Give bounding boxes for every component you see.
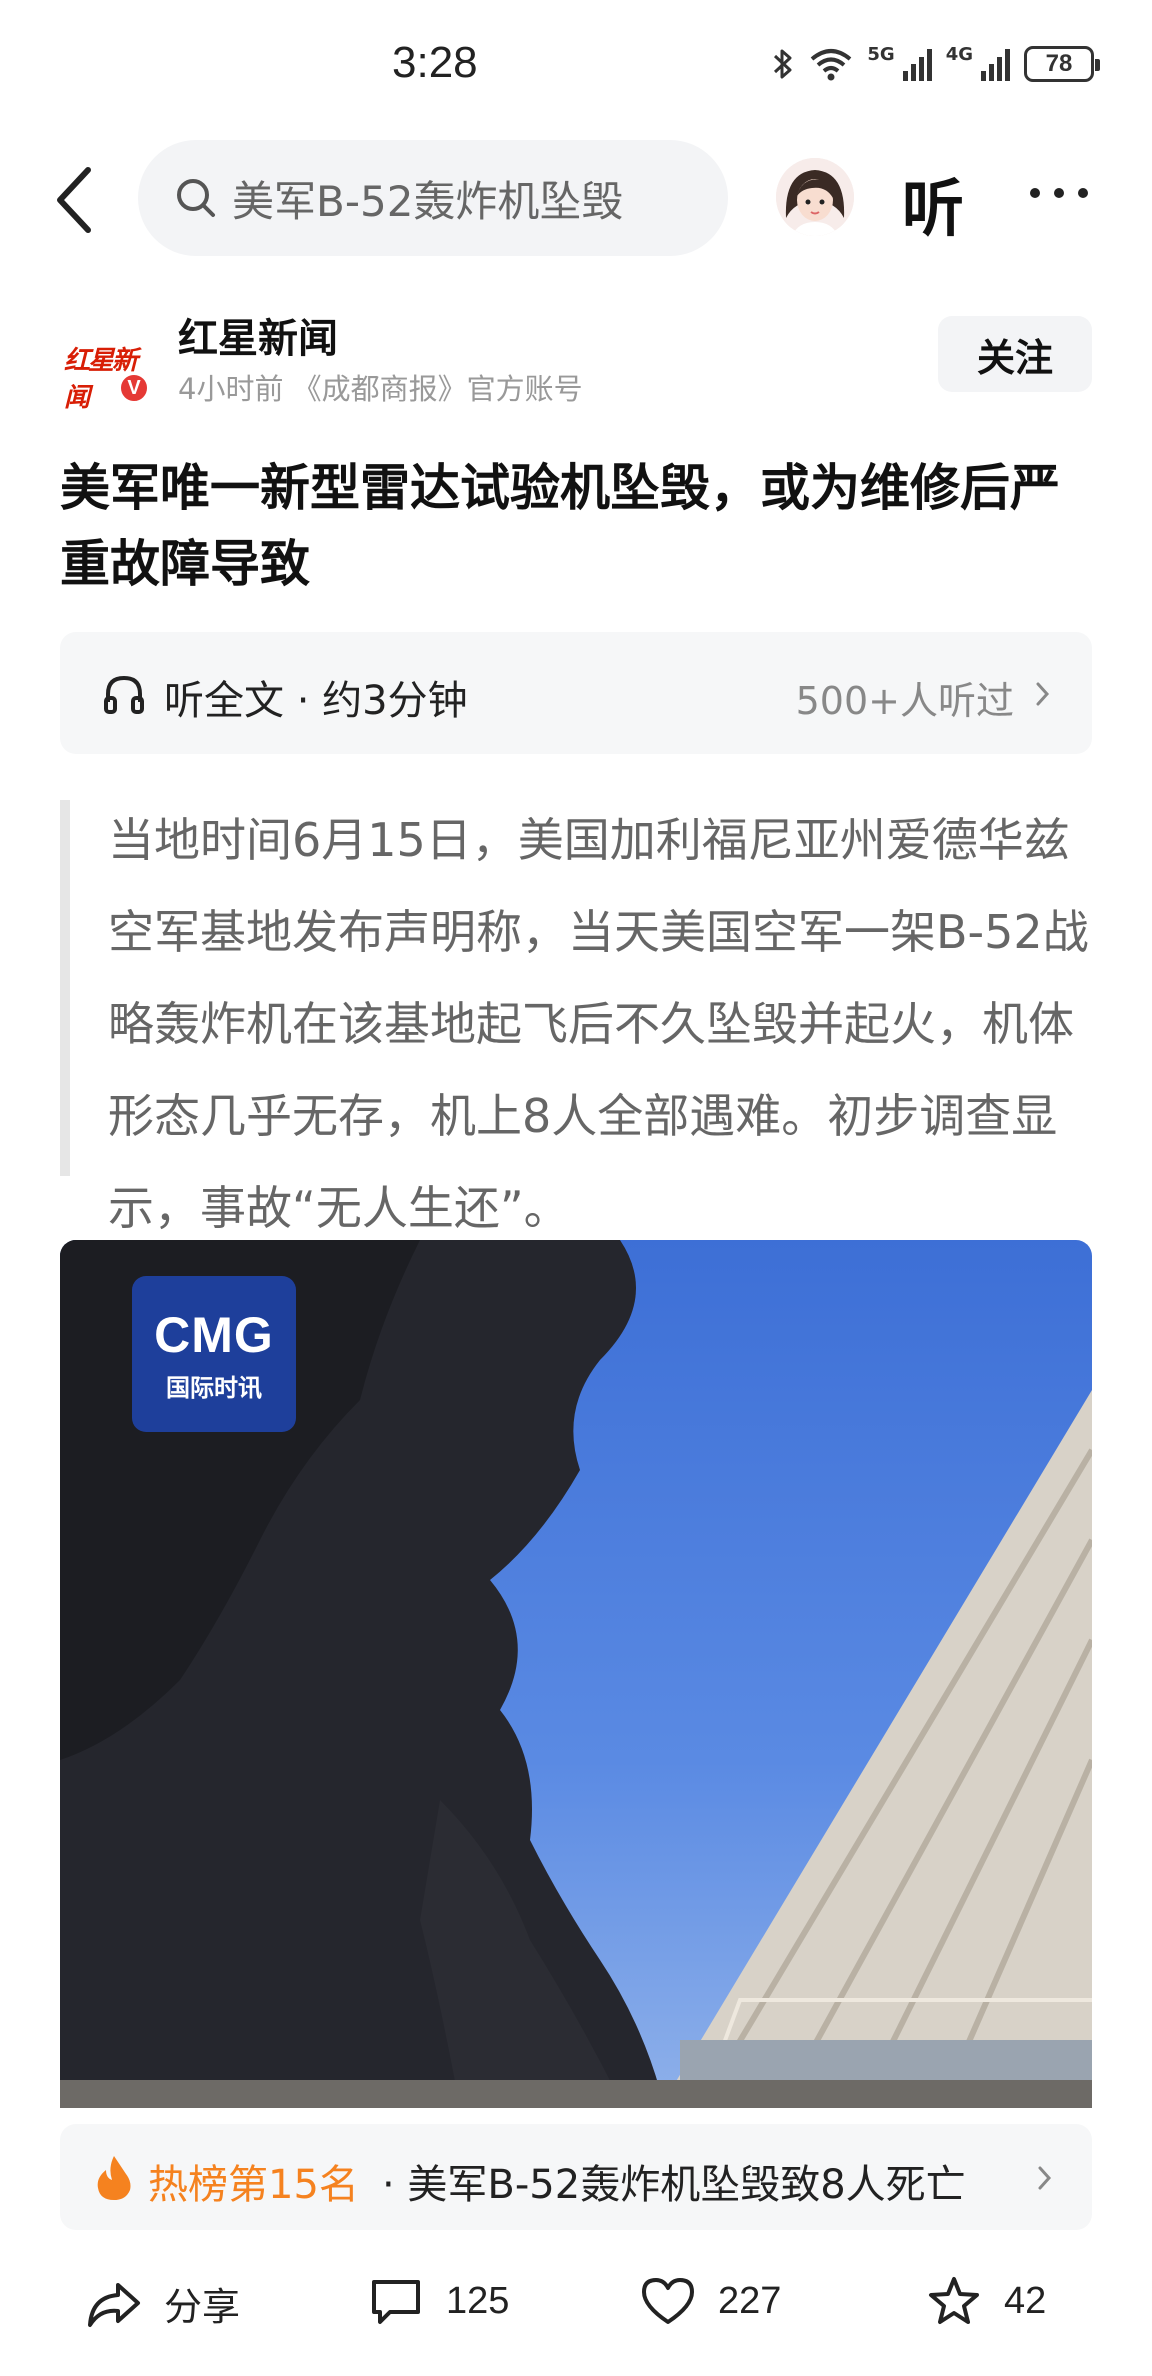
quote-bar: [60, 800, 70, 1176]
article-title: 美军唯一新型雷达试验机坠毁，或为维修后严重故障导致: [60, 459, 1060, 593]
avatar-image: [776, 158, 854, 236]
search-icon: [177, 179, 215, 217]
article-quote: 当地时间6月15日，美国加利福尼亚州爱德华兹空军基地发布声明称，当天美国空军一架…: [60, 794, 1092, 1235]
battery-level: 78: [1045, 50, 1073, 77]
listen-count: 500+人听过: [795, 679, 1014, 723]
network-5g-label: 5G: [867, 44, 895, 65]
heart-icon: [642, 2278, 694, 2324]
like-count: 227: [718, 2279, 782, 2322]
hot-rank-label: 热榜第15名: [148, 2162, 359, 2208]
verified-badge: V: [118, 372, 150, 404]
status-time: 3:28: [392, 38, 478, 87]
listen-full-text-bar[interactable]: 听全文 · 约3分钟 500+人听过: [60, 632, 1092, 754]
author-logo[interactable]: 红星新闻 V: [60, 322, 156, 413]
back-button[interactable]: [48, 160, 108, 240]
headphones-icon: [104, 675, 144, 714]
share-label: 分享: [164, 2285, 241, 2329]
follow-button[interactable]: 关注: [938, 316, 1092, 392]
top-nav: 美军B-52轰炸机坠毁 听: [0, 130, 1152, 260]
wifi-icon: [811, 49, 852, 81]
status-icons: 5G 4G 78: [771, 44, 1100, 82]
author-row: 红星新闻 V 红星新闻 4小时前 《成都商报》官方账号 关注: [60, 300, 1092, 420]
cmg-logo-sub: 国际时讯: [166, 1374, 262, 1402]
fire-icon: [97, 2156, 131, 2200]
avatar[interactable]: [776, 158, 854, 236]
comment-icon: [372, 2280, 420, 2324]
share-button[interactable]: 分享: [86, 2276, 240, 2331]
article-image[interactable]: CMG 国际时讯: [60, 1240, 1092, 2108]
hot-rank-title: · 美军B-52轰炸机坠毁致8人死亡: [382, 2162, 966, 2208]
comment-button[interactable]: 125: [368, 2276, 509, 2326]
quote-text: 当地时间6月15日，美国加利福尼亚州爱德华兹空军基地发布声明称，当天美国空军一架…: [108, 813, 1089, 1235]
battery-icon: 78: [1024, 46, 1100, 82]
status-bar: 3:28 5G 4G 78: [0, 0, 1152, 130]
chevron-right-icon: [1036, 682, 1050, 706]
author-name[interactable]: 红星新闻: [178, 306, 338, 364]
listen-label: 听全文 · 约3分钟: [164, 678, 468, 724]
search-bar[interactable]: 美军B-52轰炸机坠毁: [138, 140, 728, 256]
cmg-logo: CMG 国际时讯: [132, 1276, 296, 1432]
more-options-button[interactable]: [1030, 188, 1088, 198]
share-icon: [88, 2282, 140, 2327]
back-arrow-icon: [57, 167, 91, 233]
favorite-count: 42: [1004, 2279, 1047, 2322]
more-dot-icon: [1054, 188, 1064, 198]
signal-5g-icon: [902, 47, 932, 81]
like-button[interactable]: 227: [640, 2276, 781, 2326]
cmg-logo-main: CMG: [154, 1307, 274, 1363]
star-icon: [929, 2277, 979, 2324]
listen-button[interactable]: 听: [902, 158, 964, 248]
signal-4g-icon: [981, 47, 1010, 81]
bottom-action-bar: 分享 125 227 42: [0, 2246, 1152, 2356]
comment-count: 125: [446, 2279, 510, 2322]
chevron-right-icon: [1038, 2166, 1052, 2190]
author-meta: 4小时前 《成都商报》官方账号: [178, 372, 583, 406]
network-4g-label: 4G: [945, 44, 973, 65]
bluetooth-icon: [774, 49, 792, 79]
more-dot-icon: [1078, 188, 1088, 198]
hot-rank-bar[interactable]: 热榜第15名 · 美军B-52轰炸机坠毁致8人死亡: [60, 2124, 1092, 2230]
more-dot-icon: [1030, 188, 1040, 198]
favorite-button[interactable]: 42: [926, 2276, 1046, 2326]
search-query: 美军B-52轰炸机坠毁: [232, 176, 624, 226]
